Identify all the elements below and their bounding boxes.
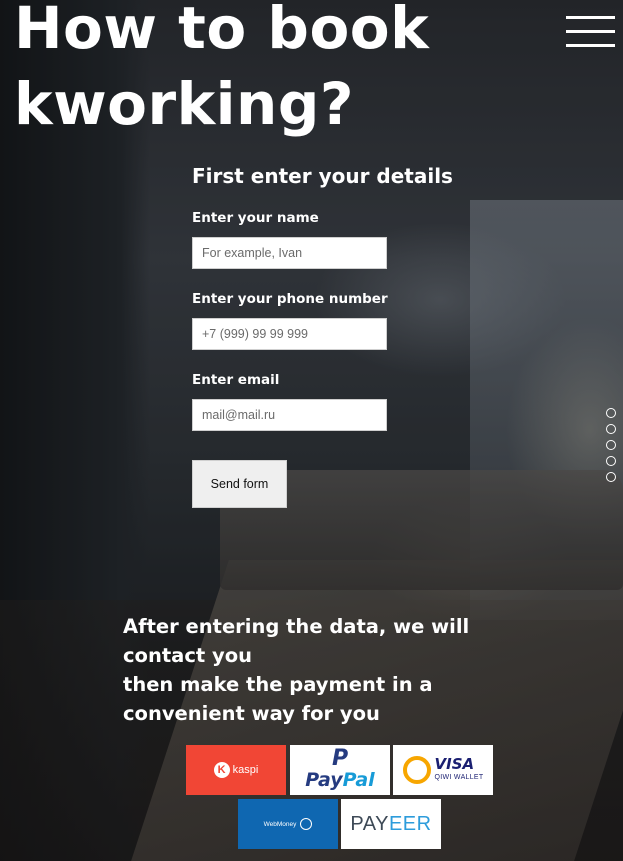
info-line-2: then make the payment in a convenient wa…: [123, 673, 433, 725]
booking-form: First enter your details Enter your name…: [192, 160, 492, 508]
paypal-icon: P: [331, 746, 349, 771]
name-label: Enter your name: [192, 210, 319, 226]
slide-dot-4[interactable]: [606, 456, 616, 466]
slider-pagination: [606, 408, 618, 488]
phone-input[interactable]: [192, 318, 387, 350]
qiwi-visa-payment-logo[interactable]: VISA QIWI WALLET: [393, 745, 493, 795]
paypal-payment-logo[interactable]: P PayPal: [290, 745, 390, 795]
webmoney-label: WebMoney: [263, 820, 297, 828]
qiwi-icon: [402, 756, 431, 784]
slide-dot-5[interactable]: [606, 472, 616, 482]
payeer-label-pay: PAY: [350, 812, 389, 835]
paypal-label-pay: Pay: [305, 769, 343, 791]
info-line-1: After entering the data, we will contact…: [123, 615, 470, 667]
slide-dot-2[interactable]: [606, 424, 616, 434]
form-heading: First enter your details: [192, 164, 453, 188]
send-form-button[interactable]: Send form: [192, 460, 287, 508]
page-title: How to book kworking?: [14, 0, 430, 138]
webmoney-payment-logo[interactable]: WebMoney: [238, 799, 338, 849]
name-input[interactable]: [192, 237, 387, 269]
info-text: After entering the data, we will contact…: [123, 612, 543, 728]
paypal-label-pal: Pal: [342, 769, 375, 791]
slide-dot-3[interactable]: [606, 440, 616, 450]
email-input[interactable]: [192, 399, 387, 431]
hamburger-menu-icon[interactable]: [566, 16, 615, 48]
qiwi-wallet-label: QIWI WALLET: [434, 774, 484, 781]
webmoney-globe-icon: [300, 818, 313, 830]
kaspi-icon: K: [213, 762, 230, 778]
slide-dot-1[interactable]: [606, 408, 616, 418]
qiwi-visa-label: VISA: [434, 755, 475, 773]
kaspi-label: kaspi: [232, 764, 259, 776]
kaspi-payment-logo[interactable]: K kaspi: [186, 745, 286, 795]
payeer-label-eer: EER: [388, 812, 432, 835]
email-label: Enter email: [192, 372, 280, 388]
payeer-payment-logo[interactable]: PAY EER: [341, 799, 441, 849]
phone-label: Enter your phone number: [192, 291, 388, 307]
